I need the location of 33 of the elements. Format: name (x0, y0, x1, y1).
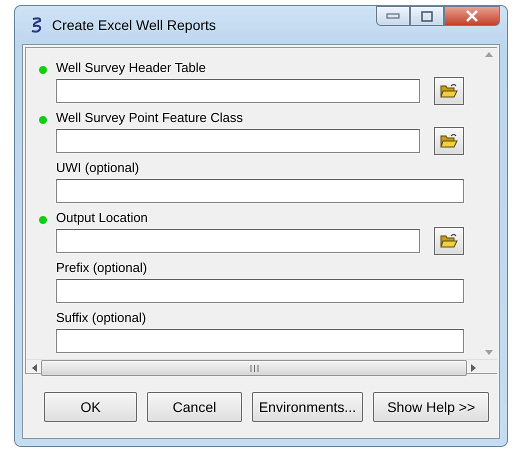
scroll-icon (30, 17, 44, 33)
field-label: Output Location (56, 209, 148, 228)
field-label: Well Survey Point Feature Class (56, 109, 243, 128)
minimize-button[interactable] (376, 6, 410, 26)
folder-icon (440, 233, 458, 249)
field-label: Prefix (optional) (56, 259, 148, 278)
input-field[interactable] (56, 179, 464, 203)
close-button[interactable] (444, 6, 500, 26)
input-field[interactable] (56, 329, 464, 353)
input-field[interactable] (56, 79, 420, 103)
dialog-button[interactable]: Cancel (147, 392, 242, 422)
browse-button[interactable] (434, 127, 464, 155)
dialog-button[interactable]: Environments... (252, 392, 364, 422)
input-field[interactable] (56, 129, 420, 153)
scroll-right-icon[interactable] (471, 364, 476, 372)
close-icon (465, 10, 479, 22)
window-title: Create Excel Well Reports (52, 16, 216, 35)
input-field[interactable] (56, 279, 464, 303)
folder-icon (440, 83, 458, 99)
scroll-left-icon[interactable] (32, 364, 37, 372)
field-label: UWI (optional) (56, 159, 140, 178)
dialog-button[interactable]: Show Help >> (373, 392, 490, 422)
folder-icon (440, 133, 458, 149)
field-label: Suffix (optional) (56, 309, 146, 328)
input-field[interactable] (56, 229, 420, 253)
dialog-button[interactable]: OK (44, 392, 138, 422)
browse-button[interactable] (434, 227, 464, 255)
browse-button[interactable] (434, 77, 464, 105)
maximize-button[interactable] (410, 6, 444, 26)
minimize-icon (386, 13, 400, 19)
scrollbar-thumb[interactable] (41, 360, 467, 376)
field-label: Well Survey Header Table (56, 59, 206, 78)
maximize-icon (421, 10, 433, 22)
